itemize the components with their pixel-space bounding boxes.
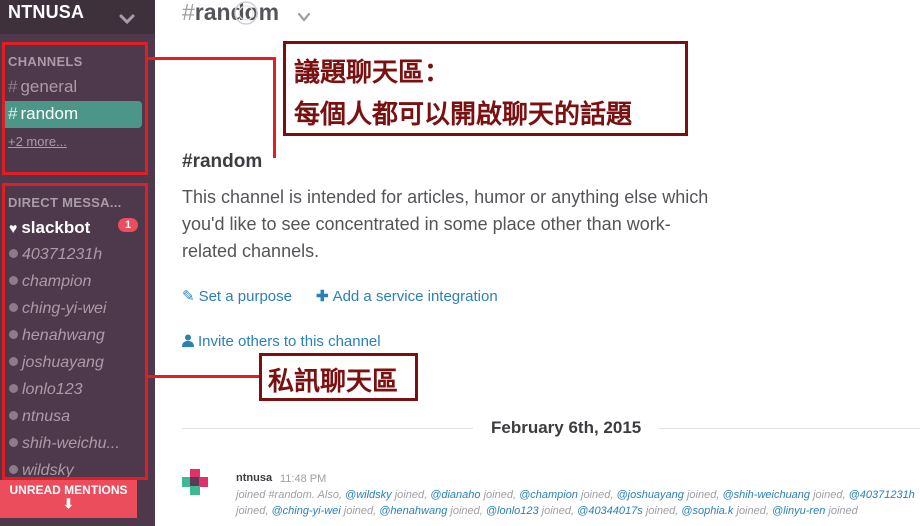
user-mention[interactable]: @lonlo123	[486, 505, 539, 517]
team-name[interactable]: NTNUSA	[8, 2, 84, 23]
chevron-down-icon[interactable]	[118, 10, 136, 28]
chevron-down-icon[interactable]	[297, 10, 311, 24]
message-author[interactable]: ntnusa	[236, 472, 272, 484]
user-mention[interactable]: @shih-weichuang	[722, 489, 810, 501]
channels-callout: 議題聊天區： 每個人都可以開啟聊天的話題	[283, 41, 688, 136]
team-menu[interactable]: NTNUSA	[0, 0, 155, 34]
user-mention[interactable]: @linyu-ren	[772, 505, 825, 517]
channels-highlight-box	[2, 42, 148, 175]
user-mention[interactable]: @henahwang	[379, 505, 447, 517]
invite-others-label: Invite others to this channel	[198, 333, 381, 350]
user-mention[interactable]: @joshuayang	[616, 489, 683, 501]
hash-icon: #	[182, 0, 195, 25]
avatar[interactable]	[182, 469, 208, 495]
hash-icon: #	[182, 151, 193, 172]
set-purpose-label: Set a purpose	[198, 288, 292, 305]
channel-intro-description: This channel is intended for articles, h…	[182, 187, 709, 261]
channels-callout-line2: 每個人都可以開啟聊天的話題	[294, 100, 633, 130]
unread-mentions-label: UNREAD MENTIONS	[9, 483, 128, 497]
channels-callout-line1: 議題聊天區：	[294, 58, 451, 88]
arrow-down-icon: ⬇	[63, 496, 74, 511]
star-icon[interactable]	[233, 0, 259, 26]
add-integration-link[interactable]: ✚ Add a service integration	[316, 287, 498, 305]
user-icon	[182, 334, 194, 347]
user-mention[interactable]: @dianaho	[430, 489, 480, 501]
set-purpose-link[interactable]: ✎ Set a purpose	[182, 287, 292, 305]
user-mention[interactable]: @40344017s	[577, 505, 643, 517]
user-mention[interactable]: @ching-yi-wei	[271, 505, 340, 517]
pencil-icon: ✎	[182, 288, 195, 305]
direct-messages-callout: 私訊聊天區	[259, 353, 418, 401]
channel-intro-title: #random	[182, 151, 262, 173]
callout-connector	[148, 375, 261, 378]
message-body: joined #random. Also, @wildsky joined, @…	[236, 489, 915, 517]
channel-title[interactable]: #random	[182, 0, 279, 26]
message-timestamp[interactable]: 11:48 PM	[280, 473, 326, 485]
callout-connector	[273, 57, 276, 158]
add-integration-label: Add a service integration	[332, 288, 498, 305]
callout-connector	[148, 57, 276, 60]
channel-intro-label: random	[192, 151, 263, 172]
invite-others-link[interactable]: Invite others to this channel	[182, 333, 381, 350]
user-mention[interactable]: @sophia.k	[681, 505, 733, 517]
unread-mentions-button[interactable]: UNREAD MENTIONS ⬇	[0, 480, 137, 518]
user-mention[interactable]: @40371231h	[849, 489, 915, 501]
user-mention[interactable]: @champion	[519, 489, 578, 501]
user-mention[interactable]: @wildsky	[345, 489, 392, 501]
date-divider-label: February 6th, 2015	[473, 418, 660, 438]
plus-icon: ✚	[316, 288, 329, 305]
direct-messages-highlight-box	[2, 183, 148, 480]
